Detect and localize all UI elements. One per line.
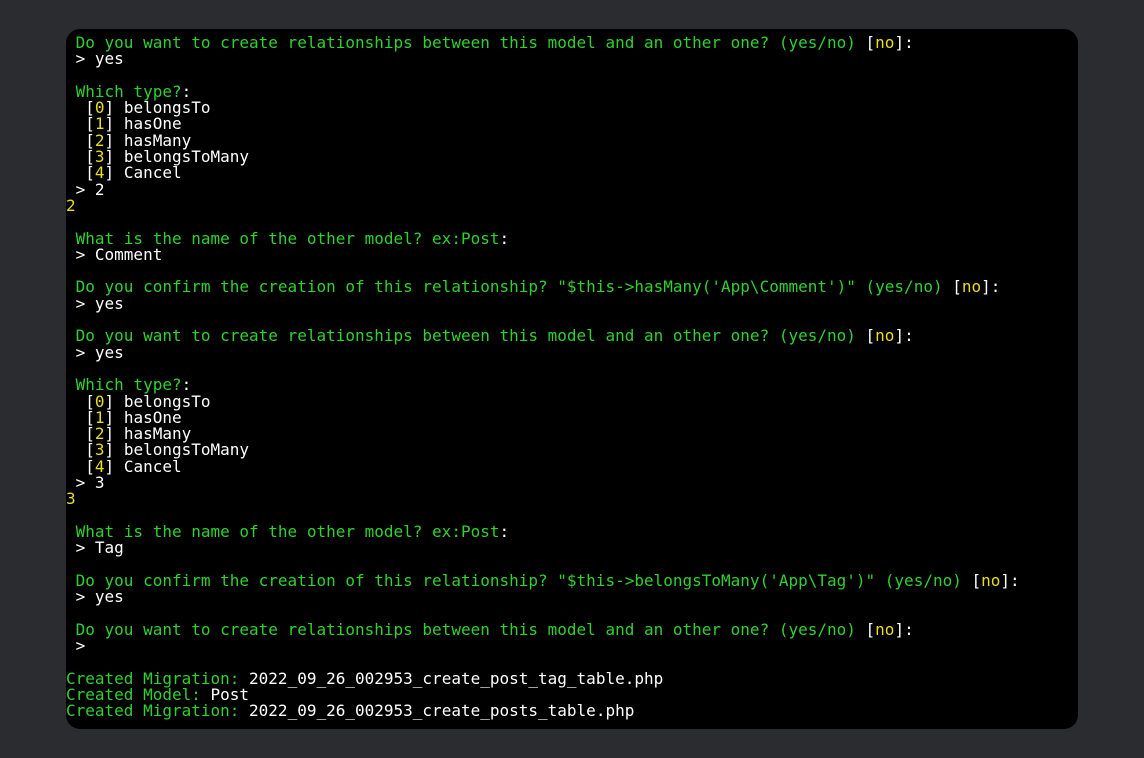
terminal-line: 3: [66, 491, 1020, 507]
terminal-text-segment: ]:: [894, 326, 914, 346]
terminal-line: [1] hasOne: [66, 409, 1020, 426]
terminal-text-segment: ] Cancel: [104, 456, 182, 476]
terminal-text-segment: :: [499, 228, 510, 248]
terminal-text-segment: no: [981, 570, 1001, 590]
terminal-line: Created Migration: 2022_09_26_002953_cre…: [66, 703, 1020, 719]
terminal-line: [0] belongsTo: [66, 100, 1020, 116]
terminal-text-segment: no: [875, 33, 895, 52]
terminal-text-segment: ]:: [894, 33, 914, 52]
terminal-text-segment: ] Cancel: [104, 163, 182, 183]
terminal-text-segment: [: [865, 326, 876, 346]
terminal-text-segment: [: [952, 277, 962, 297]
terminal-line: What is the name of the other model? ex:…: [66, 228, 1020, 248]
terminal-line: > Comment: [66, 244, 1020, 264]
terminal-text-segment: :: [499, 521, 510, 541]
terminal-line: Do you confirm the creation of this rela…: [66, 570, 1020, 590]
terminal-text-segment: Do you confirm the creation of this rela…: [66, 277, 953, 297]
terminal-line: > yes: [66, 588, 1020, 605]
terminal-text-segment: ]:: [894, 619, 914, 639]
terminal-line: Do you confirm the creation of this rela…: [66, 279, 1020, 295]
terminal-line: > yes: [66, 295, 1020, 312]
terminal-line: Do you want to create relationships betw…: [66, 619, 1020, 639]
terminal-line: > yes: [66, 344, 1020, 361]
terminal-line: > 2: [66, 181, 1020, 198]
terminal-line: Do you want to create relationships betw…: [66, 33, 1020, 52]
terminal-line: > Tag: [66, 540, 1020, 556]
terminal-text-segment: [: [865, 619, 876, 639]
terminal-text-segment: Do you want to create relationships betw…: [66, 33, 866, 52]
terminal-line: >: [66, 637, 1020, 654]
terminal-text-segment: ]:: [1000, 570, 1020, 590]
terminal-text-segment: > Comment: [66, 244, 163, 264]
terminal-window[interactable]: Do you want to create relationships betw…: [66, 29, 1078, 729]
terminal-line: [4] Cancel: [66, 456, 1020, 476]
terminal-line: [0] belongsTo: [66, 393, 1020, 410]
terminal-text-segment: ]:: [981, 277, 1001, 297]
terminal-line: [3] belongsToMany: [66, 442, 1020, 458]
terminal-line: [4] Cancel: [66, 165, 1020, 181]
terminal-text-segment: no: [875, 619, 895, 639]
terminal-text-segment: Do you want to create relationships betw…: [66, 326, 866, 346]
terminal-text-segment: [: [971, 570, 982, 590]
terminal-text-segment: [: [865, 33, 876, 52]
terminal-line: [3] belongsToMany: [66, 148, 1020, 165]
terminal-output: Do you want to create relationships betw…: [66, 33, 1020, 719]
terminal-line: 2: [66, 197, 1020, 214]
terminal-text-segment: 2022_09_26_002953_create_post_tag_table.…: [249, 668, 664, 688]
terminal-text-segment: What is the name of the other model? ex:…: [66, 521, 500, 541]
terminal-line: > yes: [66, 51, 1020, 67]
terminal-line: Do you want to create relationships betw…: [66, 328, 1020, 344]
terminal-text-segment: Created Migration:: [66, 701, 250, 721]
terminal-line: [1] hasOne: [66, 116, 1020, 132]
terminal-text-segment: no: [875, 326, 895, 346]
terminal-text-segment: 2022_09_26_002953_create_posts_table.php: [249, 701, 635, 721]
terminal-text-segment: Do you want to create relationships betw…: [66, 619, 866, 639]
terminal-text-segment: Do you confirm the creation of this rela…: [66, 570, 972, 590]
terminal-line: > 3: [66, 474, 1020, 491]
terminal-line: What is the name of the other model? ex:…: [66, 521, 1020, 541]
terminal-text-segment: no: [961, 277, 982, 297]
